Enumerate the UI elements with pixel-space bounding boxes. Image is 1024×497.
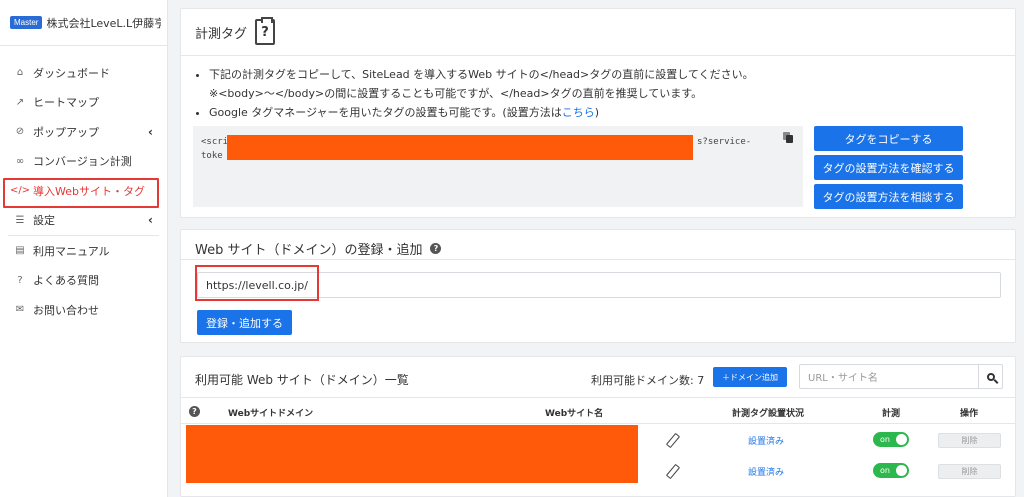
sidebar-item-heatmap[interactable]: ↗ ヒートマップ	[0, 88, 167, 118]
search-icon	[986, 372, 995, 381]
sidebar-item-popup[interactable]: ⊘ ポップアップ ‹	[0, 117, 167, 147]
book-icon: ▤	[15, 245, 25, 257]
column-header: Webサイトドメイン	[228, 409, 314, 419]
delete-button[interactable]: 削除	[938, 433, 1001, 448]
edit-icon[interactable]	[665, 464, 679, 478]
column-header: 計測	[882, 409, 901, 419]
chevron-left-icon: ‹	[148, 124, 153, 139]
sidebar-item-dashboard[interactable]: ⌂ ダッシュボード	[0, 58, 167, 88]
sidebar-item-label: コンバージョン計測	[33, 155, 132, 169]
list-icon: ☰	[15, 214, 25, 226]
sidebar-item-label: お問い合わせ	[33, 303, 99, 317]
chevron-left-icon: ‹	[148, 213, 153, 228]
sidebar-item-settings[interactable]: ☰ 設定 ‹	[0, 206, 167, 236]
sidebar-item-label: よくある質問	[33, 274, 99, 288]
tracking-toggle[interactable]: on	[873, 432, 909, 447]
consult-install-button[interactable]: タグの設置方法を相談する	[814, 184, 963, 209]
help-icon[interactable]: ?	[430, 243, 442, 254]
instructions-link[interactable]: こちら	[562, 106, 595, 119]
sidebar-item-website-tag[interactable]: </> 導入Webサイト・タグ	[0, 176, 167, 208]
sidebar-item-label: 導入Webサイト・タグ	[33, 184, 145, 198]
redaction-block	[227, 135, 693, 160]
sidebar-item-label: ヒートマップ	[33, 96, 99, 110]
clipboard-question-icon: ?	[255, 17, 276, 45]
divider	[181, 259, 1015, 260]
instruction-text: )	[594, 106, 600, 119]
tag-status-link[interactable]: 設置済み	[748, 434, 784, 447]
panel-title: Web サイト（ドメイン）の登録・追加 ?	[195, 239, 442, 258]
sidebar-item-conversion[interactable]: ∞ コンバージョン計測	[0, 147, 167, 177]
sidebar-item-label: 設定	[33, 214, 55, 228]
question-icon: ?	[17, 274, 23, 286]
search-input[interactable]: URL・サイト名	[799, 364, 979, 389]
add-domain-button[interactable]: ＋ドメイン追加	[713, 367, 787, 387]
sidebar-item-label: ポップアップ	[33, 125, 99, 139]
divider	[181, 55, 1015, 56]
domain-list-title: 利用可能 Web サイト（ドメイン）一覧	[195, 373, 409, 387]
code-text: toke	[201, 151, 223, 161]
edit-icon[interactable]	[665, 433, 679, 447]
table-header: ? Webサイトドメイン Webサイト名 計測タグ設置状況 計測 操作	[181, 397, 1015, 424]
code-text: <scri	[201, 137, 229, 147]
panel-title: 計測タグ ?	[195, 17, 276, 45]
column-header: 計測タグ設置状況	[732, 409, 805, 419]
link-icon: ∞	[15, 155, 25, 167]
column-header: 操作	[960, 409, 979, 419]
search-button[interactable]	[978, 364, 1003, 389]
sidebar-nav: ⌂ ダッシュボード ↗ ヒートマップ ⊘ ポップアップ ‹ ∞ コンバージョン計…	[0, 46, 167, 325]
paperclip-icon: ⊘	[15, 126, 25, 138]
code-text: s?service-	[697, 137, 752, 147]
domain-count: 利用可能ドメイン数: 7	[591, 374, 705, 387]
instructions-list: 下記の計測タグをコピーして、SiteLead を導入するWeb サイトの</he…	[209, 65, 754, 122]
tracking-tag-title: 計測タグ	[195, 26, 248, 42]
code-icon: </>	[9, 185, 31, 197]
copy-tag-button[interactable]: タグをコピーする	[814, 126, 963, 151]
domain-list-panel: 利用可能 Web サイト（ドメイン）一覧 利用可能ドメイン数: 7 ＋ドメイン追…	[180, 356, 1016, 497]
sidebar-item-manual[interactable]: ▤ 利用マニュアル	[0, 236, 167, 266]
column-header: Webサイト名	[545, 409, 604, 419]
tracking-toggle[interactable]: on	[873, 463, 909, 478]
help-icon[interactable]: ?	[189, 406, 200, 417]
mail-icon: ✉	[15, 304, 25, 316]
account-header[interactable]: Master 株式会社LeveL.L伊藤亨	[0, 0, 167, 46]
sidebar-item-faq[interactable]: ? よくある質問	[0, 266, 167, 296]
copy-icon[interactable]	[783, 132, 793, 143]
master-badge: Master	[10, 16, 43, 29]
register-add-button[interactable]: 登録・追加する	[197, 310, 292, 335]
sidebar-item-contact[interactable]: ✉ お問い合わせ	[0, 295, 167, 325]
redaction-block	[186, 425, 638, 483]
sidebar: Master 株式会社LeveL.L伊藤亨 ⌂ ダッシュボード ↗ ヒートマップ…	[0, 0, 168, 497]
tracking-tag-panel: 計測タグ ? 下記の計測タグをコピーして、SiteLead を導入するWeb サ…	[180, 8, 1016, 218]
chart-icon: ↗	[15, 96, 25, 108]
tag-status-link[interactable]: 設置済み	[748, 465, 784, 478]
register-title: Web サイト（ドメイン）の登録・追加	[195, 243, 423, 258]
instruction-text: Google タグマネージャーを用いたタグの設置も可能です。(設置方法は	[209, 106, 562, 119]
home-icon: ⌂	[16, 67, 24, 79]
confirm-install-button[interactable]: タグの設置方法を確認する	[814, 155, 963, 180]
sidebar-item-label: ダッシュボード	[33, 66, 110, 80]
company-name: 株式会社LeveL.L伊藤亨	[46, 16, 162, 30]
instruction-note: ※<body>〜</body>の間に設置することも可能ですが、</head>タグ…	[209, 87, 703, 100]
highlight-box	[195, 265, 319, 301]
delete-button[interactable]: 削除	[938, 464, 1001, 479]
register-domain-panel: Web サイト（ドメイン）の登録・追加 ? https://levell.co.…	[180, 229, 1016, 343]
instruction-item: Google タグマネージャーを用いたタグの設置も可能です。(設置方法はこちら)	[209, 103, 754, 122]
instruction-item: 下記の計測タグをコピーして、SiteLead を導入するWeb サイトの</he…	[209, 65, 754, 84]
sidebar-item-label: 利用マニュアル	[33, 244, 110, 258]
